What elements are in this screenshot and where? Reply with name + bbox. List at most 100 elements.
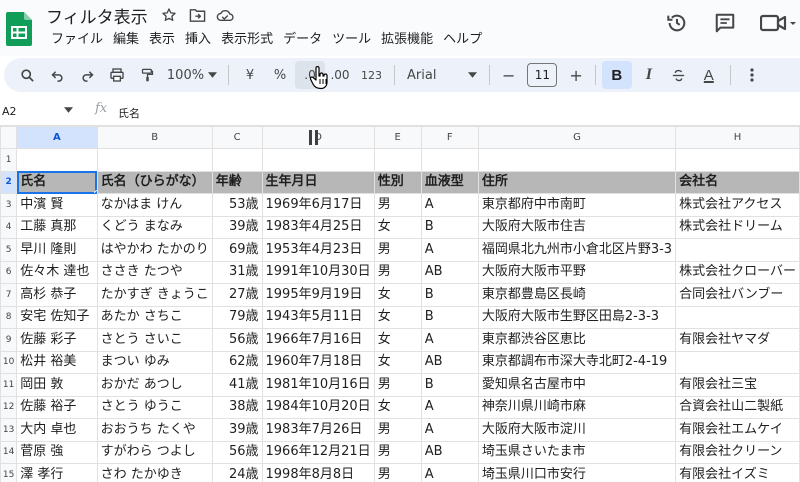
- history-icon[interactable]: [660, 6, 694, 40]
- row-header[interactable]: 6: [0, 260, 18, 284]
- number-format-button[interactable]: 123: [355, 61, 388, 89]
- select-all-corner[interactable]: [0, 126, 18, 149]
- cell-a11[interactable]: 岡田 敦: [16, 373, 98, 397]
- cell-g14[interactable]: 埼玉県さいたま市: [477, 440, 677, 464]
- cell-d15[interactable]: 1998年8月8日: [261, 463, 375, 482]
- cell-g4[interactable]: 大阪府大阪市住吉: [477, 215, 677, 239]
- spreadsheet-grid[interactable]: A B C D E F G H 1 2 氏名 氏名（ひらがな） 年齢 生年月日 性別 血液型 住所 会社名 3 中濱 …: [0, 126, 800, 482]
- chevron-down-icon[interactable]: [64, 107, 73, 113]
- cell-c11[interactable]: 41歳: [211, 373, 263, 397]
- cell-b11[interactable]: おかだ あつし: [96, 373, 213, 397]
- name-box[interactable]: A2: [2, 105, 17, 118]
- cell-e6[interactable]: 男: [373, 260, 422, 284]
- cell-h7[interactable]: 合同会社バンブー: [675, 283, 800, 307]
- cell-g1[interactable]: [477, 148, 677, 172]
- bold-button[interactable]: B: [601, 61, 632, 89]
- cell-f10[interactable]: AB: [420, 350, 479, 374]
- cell-c8[interactable]: 79歳: [211, 305, 263, 329]
- cell-a5[interactable]: 早川 隆則: [16, 238, 98, 262]
- cell-a9[interactable]: 佐藤 彩子: [16, 328, 98, 352]
- comments-icon[interactable]: [708, 6, 742, 40]
- cell-a7[interactable]: 高杉 恭子: [16, 283, 98, 307]
- cell-a1[interactable]: [16, 148, 98, 172]
- redo-icon[interactable]: [72, 61, 102, 89]
- cell-e3[interactable]: 男: [373, 193, 422, 217]
- column-header-a[interactable]: A: [16, 126, 98, 149]
- cell-h2[interactable]: 会社名: [675, 170, 800, 194]
- cell-g13[interactable]: 大阪府大阪市淀川: [477, 418, 677, 442]
- cell-c13[interactable]: 39歳: [211, 418, 263, 442]
- cell-f1[interactable]: [420, 148, 479, 172]
- strikethrough-icon[interactable]: [664, 61, 694, 89]
- cell-h15[interactable]: 有限会社イズミ: [675, 463, 800, 482]
- cell-e11[interactable]: 男: [373, 373, 422, 397]
- cell-b15[interactable]: さわ たかゆき: [96, 463, 213, 482]
- cell-e1[interactable]: [373, 148, 422, 172]
- cell-e8[interactable]: 女: [373, 305, 422, 329]
- cell-d6[interactable]: 1991年10月30日: [261, 260, 375, 284]
- row-header[interactable]: 15: [0, 463, 18, 482]
- cell-e15[interactable]: 男: [373, 463, 422, 482]
- cell-b10[interactable]: まつい ゆみ: [96, 350, 213, 374]
- menu-data[interactable]: データ: [278, 31, 327, 49]
- cell-d2[interactable]: 生年月日: [261, 170, 375, 194]
- menu-tools[interactable]: ツール: [327, 31, 376, 49]
- cell-h1[interactable]: [675, 148, 800, 172]
- cell-f15[interactable]: A: [420, 463, 479, 482]
- cell-d1[interactable]: [261, 148, 375, 172]
- font-family-select[interactable]: Arial: [401, 61, 483, 89]
- cell-h10[interactable]: [675, 350, 800, 374]
- row-header[interactable]: 11: [0, 373, 18, 397]
- cell-c4[interactable]: 39歳: [211, 215, 263, 239]
- cell-c10[interactable]: 62歳: [211, 350, 263, 374]
- menu-extensions[interactable]: 拡張機能: [376, 31, 438, 49]
- cell-d12[interactable]: 1984年10月20日: [261, 395, 375, 419]
- cell-d4[interactable]: 1983年4月25日: [261, 215, 375, 239]
- cell-g5[interactable]: 福岡県北九州市小倉北区片野3-3: [477, 238, 677, 262]
- cell-b7[interactable]: たかすぎ きょうこ: [96, 283, 213, 307]
- row-header[interactable]: 12: [0, 395, 18, 419]
- print-icon[interactable]: [102, 61, 132, 89]
- cell-g7[interactable]: 東京都豊島区長崎: [477, 283, 677, 307]
- cell-h13[interactable]: 有限会社エムケイ: [675, 418, 800, 442]
- menu-file[interactable]: ファイル: [46, 31, 108, 49]
- cell-g15[interactable]: 埼玉県川口市安行: [477, 463, 677, 482]
- cell-a2[interactable]: 氏名: [16, 170, 98, 194]
- currency-format-button[interactable]: ¥: [235, 61, 265, 89]
- row-header[interactable]: 14: [0, 440, 18, 464]
- cell-b2[interactable]: 氏名（ひらがな）: [96, 170, 213, 194]
- cell-f6[interactable]: AB: [420, 260, 479, 284]
- cell-g3[interactable]: 東京都府中市南町: [477, 193, 677, 217]
- paint-format-icon[interactable]: [132, 61, 162, 89]
- cell-c15[interactable]: 24歳: [211, 463, 263, 482]
- cell-b1[interactable]: [96, 148, 213, 172]
- text-color-button[interactable]: A: [694, 61, 724, 89]
- cell-e2[interactable]: 性別: [373, 170, 422, 194]
- sheets-logo-icon[interactable]: [6, 12, 32, 46]
- menu-view[interactable]: 表示: [144, 31, 180, 49]
- cell-h4[interactable]: 株式会社ドリーム: [675, 215, 800, 239]
- cell-e4[interactable]: 女: [373, 215, 422, 239]
- cell-c3[interactable]: 53歳: [211, 193, 263, 217]
- column-header-e[interactable]: E: [373, 126, 422, 149]
- cell-f5[interactable]: A: [420, 238, 479, 262]
- meet-video-icon[interactable]: [756, 6, 800, 40]
- cell-d14[interactable]: 1966年12月21日: [261, 440, 375, 464]
- cell-h9[interactable]: 有限会社ヤマダ: [675, 328, 800, 352]
- cell-e5[interactable]: 男: [373, 238, 422, 262]
- cell-d3[interactable]: 1969年6月17日: [261, 193, 375, 217]
- undo-icon[interactable]: [42, 61, 72, 89]
- cell-e13[interactable]: 男: [373, 418, 422, 442]
- cell-h3[interactable]: 株式会社アクセス: [675, 193, 800, 217]
- cell-f2[interactable]: 血液型: [420, 170, 479, 194]
- menu-format[interactable]: 表示形式: [216, 31, 278, 49]
- cell-c12[interactable]: 38歳: [211, 395, 263, 419]
- cell-a8[interactable]: 安宅 佐知子: [16, 305, 98, 329]
- font-size-input[interactable]: 11: [527, 63, 558, 87]
- row-header[interactable]: 4: [0, 215, 18, 239]
- zoom-select[interactable]: 100%: [162, 61, 222, 89]
- cell-a14[interactable]: 菅原 強: [16, 440, 98, 464]
- cell-d8[interactable]: 1943年5月11日: [261, 305, 375, 329]
- cell-f11[interactable]: B: [420, 373, 479, 397]
- cell-e14[interactable]: 男: [373, 440, 422, 464]
